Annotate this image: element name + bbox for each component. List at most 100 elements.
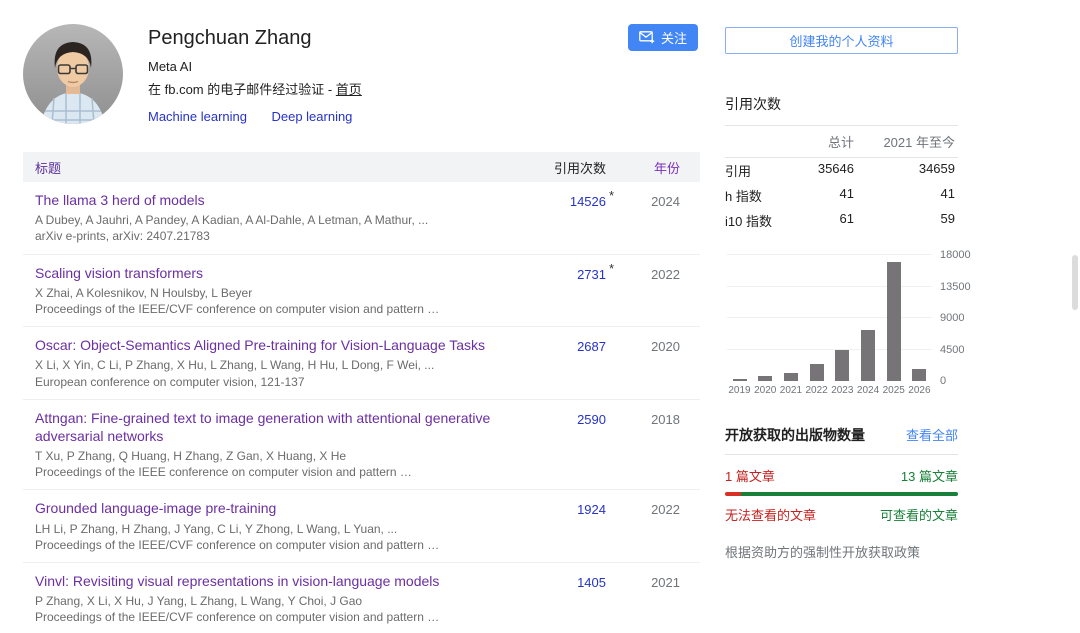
progress-bar-unavailable-segment	[725, 492, 741, 496]
article-cited-by-count[interactable]: 1405	[526, 572, 606, 590]
open-access-available-label: 可查看的文章	[880, 505, 958, 524]
article-cited-by-count[interactable]: 14526	[526, 191, 606, 209]
chart-x-tick-label: 2025	[881, 385, 906, 396]
progress-bar-available-segment	[741, 492, 958, 496]
article-row: Vinvl: Revisiting visual representations…	[23, 563, 700, 633]
article-authors: X Li, X Yin, C Li, P Zhang, X Hu, L Zhan…	[35, 357, 510, 373]
chart-y-tick-label: 18000	[940, 249, 971, 261]
sidebar: 创建我的个人资料 引用次数 总计 2021 年至今 引用3564634659h …	[725, 27, 958, 561]
avatar[interactable]	[23, 24, 123, 124]
view-all-link[interactable]: 查看全部	[906, 425, 958, 444]
scrollbar-thumb[interactable]	[1072, 255, 1078, 310]
chart-bar-2023[interactable]	[835, 350, 849, 381]
chart-bar-2024[interactable]	[861, 330, 875, 381]
metric-all-value: 41	[794, 186, 854, 205]
article-row: Grounded language-image pre-training LH L…	[23, 490, 700, 563]
article-authors: X Zhai, A Kolesnikov, N Houlsby, L Beyer	[35, 285, 510, 301]
citation-metric-row: h 指数4141	[725, 183, 958, 208]
article-row: The llama 3 herd of models A Dubey, A Jau…	[23, 182, 700, 255]
profile-affiliation: Meta AI	[148, 59, 700, 74]
article-cited-by-count[interactable]: 1924	[526, 499, 606, 517]
metric-label[interactable]: h 指数	[725, 186, 794, 205]
article-title-link[interactable]: Grounded language-image pre-training	[35, 499, 510, 517]
chart-x-tick-label: 2019	[727, 385, 752, 396]
open-access-available-count[interactable]: 13 篇文章	[901, 466, 958, 485]
metric-since-value: 41	[854, 186, 955, 205]
article-year: 2020	[620, 336, 680, 354]
chart-y-tick-label: 13500	[940, 281, 971, 293]
article-merged-star: *	[606, 261, 620, 276]
article-row: Oscar: Object-Semantics Aligned Pre-trai…	[23, 327, 700, 400]
metric-label[interactable]: 引用	[725, 161, 794, 180]
open-access-progress-bar	[725, 492, 958, 496]
metrics-header-spacer	[725, 132, 794, 151]
article-title-link[interactable]: The llama 3 herd of models	[35, 191, 510, 209]
profile-name: Pengchuan Zhang	[148, 27, 700, 50]
metric-since-value: 59	[854, 211, 955, 230]
article-venue: Proceedings of the IEEE/CVF conference o…	[35, 301, 510, 317]
article-year: 2021	[620, 572, 680, 590]
citation-metric-row: 引用3564634659	[725, 158, 958, 183]
chart-x-tick-label: 2026	[907, 385, 932, 396]
chart-bar-2021[interactable]	[784, 373, 798, 381]
open-access-unavailable-count[interactable]: 1 篇文章	[725, 466, 775, 485]
follow-button[interactable]: 关注	[628, 24, 698, 51]
citation-metric-row: i10 指数6159	[725, 208, 958, 233]
homepage-link[interactable]: 首页	[336, 82, 362, 97]
chart-bar-2025[interactable]	[887, 262, 901, 381]
metric-label[interactable]: i10 指数	[725, 211, 794, 230]
follow-button-label: 关注	[661, 28, 687, 47]
article-list: The llama 3 herd of models A Dubey, A Jau…	[23, 182, 700, 633]
column-header-title[interactable]: 标题	[23, 158, 526, 177]
article-title-link[interactable]: Attngan: Fine-grained text to image gene…	[35, 409, 510, 445]
chart-bar-2022[interactable]	[810, 364, 824, 381]
metrics-header-all: 总计	[794, 132, 854, 151]
article-authors: P Zhang, X Li, X Hu, J Yang, L Zhang, L …	[35, 593, 510, 609]
profile-header: Pengchuan Zhang Meta AI 在 fb.com 的电子邮件经过…	[23, 24, 700, 128]
article-cited-by-count[interactable]: 2731	[526, 264, 606, 282]
article-title-link[interactable]: Vinvl: Revisiting visual representations…	[35, 572, 510, 590]
interest-link-deep-learning[interactable]: Deep learning	[271, 109, 352, 124]
citation-metrics-rows: 引用3564634659h 指数4141i10 指数6159	[725, 158, 958, 233]
avatar-photo	[23, 24, 123, 124]
article-authors: A Dubey, A Jauhri, A Pandey, A Kadian, A…	[35, 212, 510, 228]
article-venue: European conference on computer vision, …	[35, 374, 510, 390]
chart-x-tick-label: 2023	[830, 385, 855, 396]
article-venue: arXiv e-prints, arXiv: 2407.21783	[35, 228, 510, 244]
profile-interests: Machine learning Deep learning	[148, 108, 700, 126]
article-authors: T Xu, P Zhang, Q Huang, H Zhang, Z Gan, …	[35, 448, 510, 464]
chart-bar-2020[interactable]	[758, 376, 772, 381]
article-row: Scaling vision transformers X Zhai, A Kol…	[23, 255, 700, 328]
citation-metrics-header: 总计 2021 年至今	[725, 125, 958, 158]
chart-bar-2026[interactable]	[912, 369, 926, 381]
article-venue: Proceedings of the IEEE/CVF conference o…	[35, 609, 510, 625]
article-title-link[interactable]: Oscar: Object-Semantics Aligned Pre-trai…	[35, 336, 510, 354]
article-title-link[interactable]: Scaling vision transformers	[35, 264, 510, 282]
citation-metrics-table: 总计 2021 年至今 引用3564634659h 指数4141i10 指数61…	[725, 125, 958, 233]
article-cited-by-count[interactable]: 2590	[526, 409, 606, 427]
chart-x-tick-label: 2020	[753, 385, 778, 396]
article-cited-by-count[interactable]: 2687	[526, 336, 606, 354]
chart-bar-2019[interactable]	[733, 379, 747, 381]
column-header-year[interactable]: 年份	[620, 158, 680, 177]
create-profile-button[interactable]: 创建我的个人资料	[725, 27, 958, 54]
chart-y-tick-label: 0	[940, 375, 946, 387]
main-column: Pengchuan Zhang Meta AI 在 fb.com 的电子邮件经过…	[23, 24, 700, 633]
article-year: 2022	[620, 499, 680, 517]
chart-bars	[727, 255, 932, 381]
metrics-header-since: 2021 年至今	[854, 132, 955, 151]
cited-by-title[interactable]: 引用次数	[725, 94, 958, 114]
open-access-section: 开放获取的出版物数量 查看全部 1 篇文章 13 篇文章 无法查看的文章 可查看…	[725, 425, 958, 561]
article-merged-star: *	[606, 188, 620, 203]
metric-since-value: 34659	[854, 161, 955, 180]
chart-x-tick-label: 2021	[778, 385, 803, 396]
interest-link-machine-learning[interactable]: Machine learning	[148, 109, 247, 124]
email-verified-text: 在 fb.com 的电子邮件经过验证 -	[148, 82, 336, 97]
article-venue: Proceedings of the IEEE/CVF conference o…	[35, 537, 510, 553]
article-authors: LH Li, P Zhang, H Zhang, J Yang, C Li, Y…	[35, 521, 510, 537]
column-header-cited-by[interactable]: 引用次数	[526, 158, 606, 177]
article-year: 2018	[620, 409, 680, 427]
article-row: Attngan: Fine-grained text to image gene…	[23, 400, 700, 491]
chart-x-tick-label: 2024	[856, 385, 881, 396]
publications-table: 标题 引用次数 年份 The llama 3 herd of models A D…	[23, 152, 700, 633]
